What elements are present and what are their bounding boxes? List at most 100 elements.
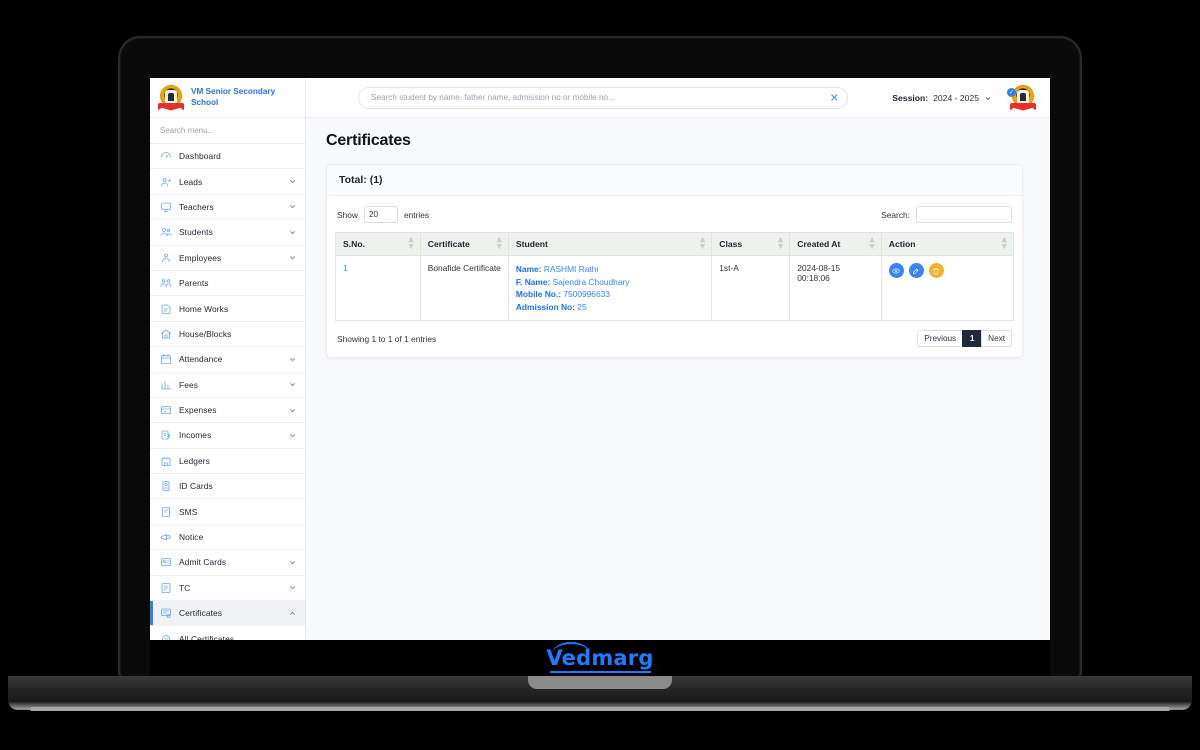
sidebar-item-label: Incomes <box>179 430 212 441</box>
certificate-icon <box>159 607 172 620</box>
sidebar-item-notice[interactable]: Notice <box>150 525 305 551</box>
sidebar-item-expenses[interactable]: Expenses <box>150 398 305 424</box>
sidebar-item-label: Parents <box>179 278 209 289</box>
cell-actions <box>880 254 1015 322</box>
column-header-s-no[interactable]: S.No. ▲ ▼ <box>335 232 421 256</box>
eye-icon <box>892 267 901 275</box>
chevron-down-icon <box>984 94 992 102</box>
chevron-down-icon[interactable] <box>288 228 297 237</box>
edit-button[interactable] <box>908 263 924 278</box>
chevron-up-icon[interactable] <box>288 609 297 618</box>
chevron-down-icon[interactable] <box>288 177 297 186</box>
cell-certificate-type: Bonafide Certificate <box>419 254 509 322</box>
sidebar-item-label: Teachers <box>179 201 214 212</box>
chevron-down-icon[interactable] <box>288 202 297 211</box>
sidebar-item-certificates[interactable]: Certificates <box>150 601 305 627</box>
avatar[interactable]: ✓ ★ <box>1007 83 1036 111</box>
sidebar-item-label: Fees <box>179 379 199 390</box>
chevron-down-icon[interactable] <box>288 431 297 440</box>
admit-card-icon <box>159 556 172 569</box>
fees-icon <box>159 378 172 391</box>
table-search-input[interactable] <box>916 206 1012 223</box>
cell-serial-number[interactable]: 1 <box>335 254 421 322</box>
sidebar-item-id-cards[interactable]: ID Cards <box>150 474 305 500</box>
chevron-down-icon[interactable] <box>288 380 297 389</box>
verified-badge-icon: ✓ <box>1007 87 1016 97</box>
sidebar-item-label: Home Works <box>179 303 229 314</box>
sort-icon[interactable]: ▲ ▼ <box>408 236 413 252</box>
sub-item-icon <box>159 632 172 640</box>
sidebar-item-parents[interactable]: Parents <box>150 271 305 297</box>
topbar: ✕ Session: 2024 - 2025 ✓ ★ <box>306 78 1050 118</box>
chevron-down-icon[interactable] <box>288 406 297 415</box>
chevron-down-icon[interactable] <box>288 253 297 262</box>
sidebar-search-input[interactable]: Search menu... <box>150 118 305 144</box>
chevron-down-icon[interactable] <box>288 558 297 567</box>
column-header-label: Student <box>515 239 548 249</box>
search-input[interactable] <box>358 86 848 109</box>
sidebar-item-label: Employees <box>179 252 222 263</box>
sidebar-item-label: Notice <box>179 532 204 543</box>
sidebar-item-label: TC <box>179 582 191 593</box>
sidebar-item-sms[interactable]: SMS <box>150 499 305 525</box>
action-button-group <box>888 263 1006 278</box>
previous-page-button[interactable]: Previous <box>917 330 964 348</box>
column-header-label: Certificate <box>427 239 470 249</box>
cell-created-at: 2024-08-15 00:18:06 <box>789 254 882 322</box>
column-header-student[interactable]: Student ▲ ▼ <box>507 232 713 256</box>
sidebar-item-house-blocks[interactable]: House/Blocks <box>150 322 305 348</box>
sidebar-item-home-works[interactable]: Home Works <box>150 296 305 322</box>
sidebar-item-fees[interactable]: Fees <box>150 373 305 398</box>
vedmarg-brand-bar: Vedmarg <box>150 640 1050 676</box>
main-area: ✕ Session: 2024 - 2025 ✓ ★ <box>306 78 1050 640</box>
next-page-button[interactable]: Next <box>981 330 1012 348</box>
sidebar-item-ledgers[interactable]: Ledgers <box>150 449 305 475</box>
laptop-foot-edge <box>30 707 1170 711</box>
sidebar-item-incomes[interactable]: Incomes <box>150 423 305 449</box>
sort-icon[interactable]: ▲ ▼ <box>496 236 501 252</box>
delete-button[interactable] <box>928 263 944 278</box>
sidebar-item-students[interactable]: Students <box>150 220 305 246</box>
table-header-row: S.No. ▲ ▼ Certificate ▲ ▼ Student ▲ ▼ Class ▲ ▼ Crea… <box>335 232 1015 256</box>
chevron-down-icon[interactable] <box>288 355 297 364</box>
session-value: 2024 - 2025 <box>933 92 979 103</box>
sidebar-brand[interactable]: ★ VM Senior Secondary School <box>150 78 305 118</box>
session-selector[interactable]: Session: 2024 - 2025 <box>892 93 992 103</box>
sidebar-item-all-certificates[interactable]: All Certificates <box>150 626 305 640</box>
sidebar-item-label: ID Cards <box>179 481 213 492</box>
student-admission-no: Admission No: 25 <box>516 301 704 314</box>
chevron-down-icon[interactable] <box>288 583 297 592</box>
column-header-label: Action <box>888 239 916 249</box>
sidebar-item-tc[interactable]: TC <box>150 576 305 602</box>
view-button[interactable] <box>888 263 904 278</box>
student-father-name-value: Sajendra Choudhary <box>552 276 630 287</box>
school-logo-icon: ★ <box>158 83 184 111</box>
close-icon[interactable]: ✕ <box>830 92 839 103</box>
sidebar-item-dashboard[interactable]: Dashboard <box>150 144 305 170</box>
sms-icon <box>159 505 172 518</box>
sidebar-item-admit-cards[interactable]: Admit Cards <box>150 550 305 576</box>
sort-icon[interactable]: ▲ ▼ <box>700 236 705 252</box>
student-name-value: RASHMI Rathi <box>543 264 599 274</box>
sort-icon[interactable]: ▲ ▼ <box>778 236 783 252</box>
column-header-created-at[interactable]: Created At ▲ ▼ <box>789 232 882 256</box>
sidebar-item-label: Admit Cards <box>179 557 227 568</box>
sidebar-item-teachers[interactable]: Teachers <box>150 195 305 221</box>
sidebar-item-leads[interactable]: Leads <box>150 169 305 195</box>
column-header-action[interactable]: Action ▲ ▼ <box>880 232 1015 256</box>
trash-icon <box>932 267 940 275</box>
sort-icon[interactable]: ▲ ▼ <box>869 236 874 252</box>
column-header-class[interactable]: Class ▲ ▼ <box>711 232 791 256</box>
sidebar-item-employees[interactable]: Employees <box>150 246 305 271</box>
sidebar-item-attendance[interactable]: Attendance <box>150 347 305 373</box>
column-header-certificate[interactable]: Certificate ▲ ▼ <box>419 232 509 256</box>
sort-icon[interactable]: ▲ ▼ <box>1002 236 1007 252</box>
sidebar: ★ VM Senior Secondary School Search menu… <box>150 78 306 640</box>
page-number-1-button[interactable]: 1 <box>962 330 983 348</box>
table-search-control: Search: <box>881 206 1012 223</box>
megaphone-icon <box>159 531 172 544</box>
page-length-input[interactable] <box>363 206 398 223</box>
table-body: 1 Bonafide Certificate Name: RASHMI Rathi F… <box>335 254 1015 322</box>
sidebar-item-label: Certificates <box>179 608 223 619</box>
student-admission-no-label: Admission No: <box>515 301 575 312</box>
